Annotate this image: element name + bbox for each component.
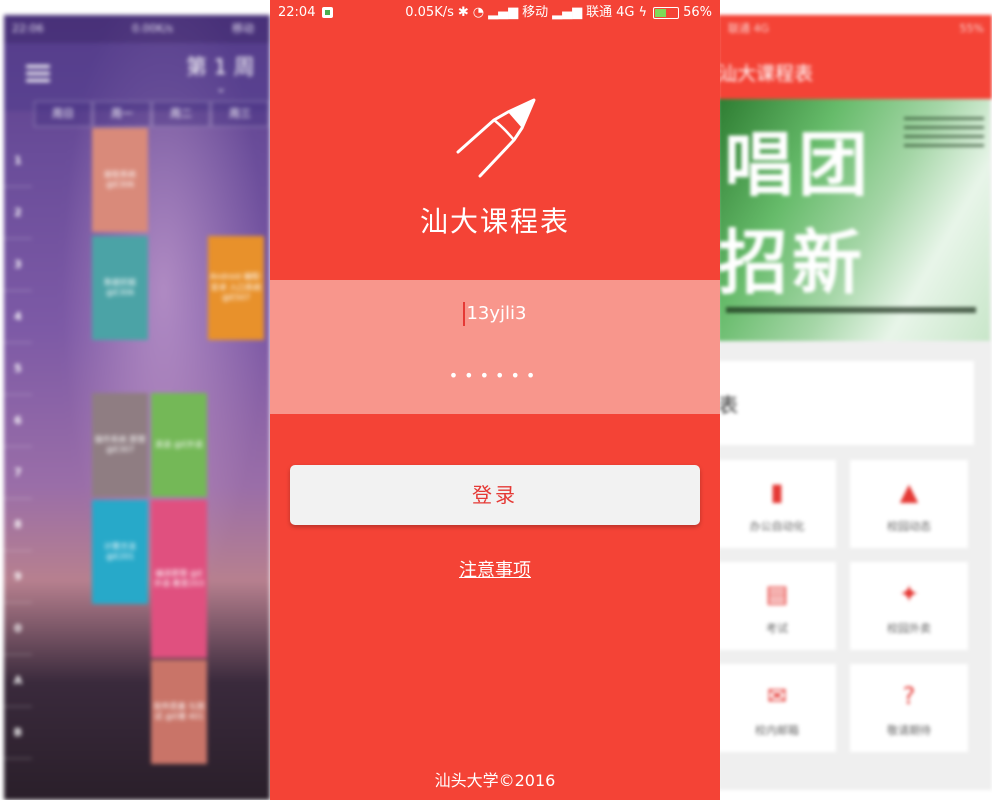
tile-label: 办公自动化 xyxy=(749,520,805,533)
period-number: 4 xyxy=(4,291,32,343)
charging-icon: ϟ xyxy=(638,5,648,20)
login-screen: 22:04 0.05K/s ✱ ◔ ▂▄▆ 移动 ▂▄▆ 联通 4G ϟ 56%… xyxy=(270,0,720,800)
course-block[interactable]: 软件质量 与测试 @E楼 401 xyxy=(151,660,207,764)
signal-icon: ▂▄▆ xyxy=(488,5,519,20)
home-toolbar: 汕大课程表 xyxy=(718,43,992,99)
status-bar: 22:04 0.05K/s ✱ ◔ ▂▄▆ 移动 ▂▄▆ 联通 4G ϟ 56% xyxy=(270,0,720,26)
status-carrier: 联通 4G xyxy=(728,22,770,35)
timetable-card-label: 表 xyxy=(718,393,738,417)
period-number: B xyxy=(4,707,32,759)
notification-icon xyxy=(322,7,333,18)
battery-percent: 56% xyxy=(683,5,712,20)
tile-exam[interactable]: ▤ 考试 xyxy=(718,562,836,650)
period-number: 5 xyxy=(4,343,32,395)
course-block[interactable]: 编译原理 @E外语 教室203 xyxy=(151,500,207,658)
period-number: 7 xyxy=(4,447,32,499)
period-number: 0 xyxy=(4,603,32,655)
home-screen: 联通 4G 55% 汕大课程表 唱团 招新 表 ▮ 办公自动化 ▲ 校园动态 ▤… xyxy=(718,15,992,790)
tile-label: 校内邮箱 xyxy=(755,724,799,737)
app-title: 汕大课程表 xyxy=(419,205,570,238)
period-number: 3 xyxy=(4,239,32,291)
day-header: 周日 xyxy=(34,101,92,127)
tile-label: 校园外卖 xyxy=(887,622,931,635)
status-bar: 联通 4G 55% xyxy=(718,15,992,43)
tile-mail[interactable]: ✉ 校内邮箱 xyxy=(718,664,836,752)
footer-copyright: 汕头大学©2016 xyxy=(434,771,556,790)
banner-image[interactable]: 唱团 招新 xyxy=(718,99,990,341)
mail-icon: ✉ xyxy=(766,682,788,710)
day-header: 周二 xyxy=(152,101,210,127)
battery-icon xyxy=(653,7,680,19)
tile-food-delivery[interactable]: ✦ 校园外卖 xyxy=(850,562,968,650)
status-carrier: 移动 xyxy=(232,22,254,35)
tile-label: 敬请期待 xyxy=(887,724,931,737)
username-value: 13yjli3 xyxy=(466,303,527,324)
password-field[interactable]: •••••• xyxy=(270,366,720,385)
status-time: 22:06 xyxy=(12,22,44,35)
timetable-card[interactable]: 表 xyxy=(718,361,974,445)
period-number: A xyxy=(4,655,32,707)
course-block[interactable]: 计算方法 @E201 xyxy=(92,500,148,604)
period-column: 1 2 3 4 5 6 7 8 9 0 A B xyxy=(4,135,32,759)
carrier-2: 联通 xyxy=(586,5,613,20)
status-speed: 0.00K/s xyxy=(132,22,174,35)
tile-office-automation[interactable]: ▮ 办公自动化 xyxy=(718,460,836,548)
banner-text: 唱团 xyxy=(724,124,872,206)
course-block[interactable]: 英语 @E外语 xyxy=(151,393,207,497)
toolbar-title: 汕大课程表 xyxy=(718,63,814,85)
tile-label: 考试 xyxy=(766,622,788,635)
chevron-down-icon[interactable]: ⌄ xyxy=(216,81,226,95)
exam-icon: ▤ xyxy=(765,580,789,608)
course-block[interactable]: 数据挖掘 @E306 xyxy=(92,236,148,340)
period-number: 6 xyxy=(4,395,32,447)
period-number: 9 xyxy=(4,551,32,603)
document-icon: ▮ xyxy=(770,478,784,506)
alarm-icon: ◔ xyxy=(472,5,485,20)
course-block[interactable]: 嵌软系统 @E306 xyxy=(92,128,148,232)
status-speed: 0.05K/s xyxy=(405,5,454,20)
notice-link[interactable]: 注意事项 xyxy=(270,556,720,582)
login-form: 13yjli3 •••••• xyxy=(270,280,720,414)
delivery-icon: ✦ xyxy=(898,580,920,608)
battery-level xyxy=(655,9,667,17)
tile-label: 校园动态 xyxy=(887,520,931,533)
network-type: 4G xyxy=(616,5,635,20)
period-number: 8 xyxy=(4,499,32,551)
day-header: 周三 xyxy=(211,101,269,127)
battery-percent: 55% xyxy=(959,22,984,35)
pencil-logo-icon xyxy=(456,98,536,178)
period-number: 2 xyxy=(4,187,32,239)
bluetooth-icon: ✱ xyxy=(457,5,469,20)
carrier-1: 移动 xyxy=(522,5,549,20)
course-block[interactable]: 操作系统 原理 @E307 xyxy=(92,393,148,497)
period-number: 1 xyxy=(4,135,32,187)
banner-text: 招新 xyxy=(718,222,866,304)
login-button[interactable]: 登录 xyxy=(290,465,700,525)
status-time: 22:04 xyxy=(278,5,316,20)
week-selector[interactable]: 第 1 周 xyxy=(186,51,255,81)
question-icon: ? xyxy=(902,682,916,710)
tile-campus-news[interactable]: ▲ 校园动态 xyxy=(850,460,968,548)
day-header-row: 周日 周一 周二 周三 xyxy=(34,101,270,127)
course-block[interactable]: Android 编程·安卓 入口系统 @E507 xyxy=(208,236,264,340)
status-bar: 22:06 0.00K/s 移动 xyxy=(4,15,270,43)
menu-icon[interactable] xyxy=(26,65,50,83)
timetable-screen: 22:06 0.00K/s 移动 第 1 周 ⌄ 周日 周一 周二 周三 1 2… xyxy=(4,15,270,800)
signal-icon: ▂▄▆ xyxy=(552,5,583,20)
username-field[interactable]: 13yjli3 xyxy=(270,302,720,326)
tile-coming-soon[interactable]: ? 敬请期待 xyxy=(850,664,968,752)
bell-icon: ▲ xyxy=(899,478,919,506)
day-header: 周一 xyxy=(93,101,151,127)
